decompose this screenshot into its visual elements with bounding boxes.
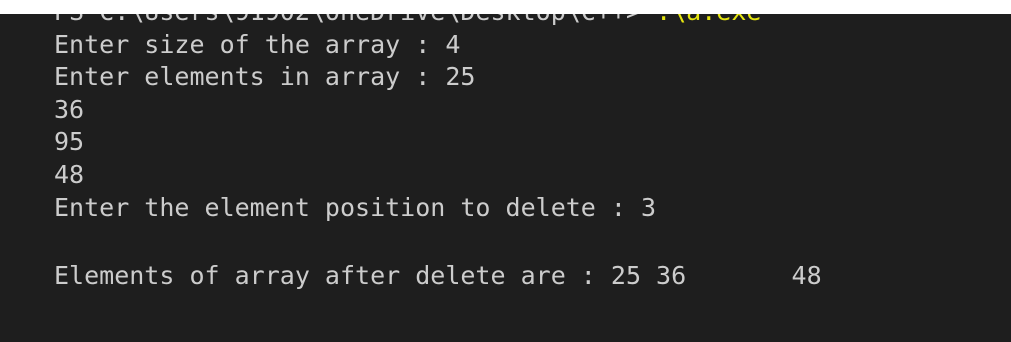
prompt-path: PS C:\Users\91902\OneDrive\Desktop\C++> (54, 14, 656, 26)
output-line-size: Enter size of the array : 4 (54, 29, 461, 59)
output-line-input-4: 48 (54, 159, 85, 189)
terminal-output[interactable]: PS C:\Users\91902\OneDrive\Desktop\C++> … (0, 14, 1011, 342)
command-line: PS C:\Users\91902\OneDrive\Desktop\C++> … (54, 14, 1011, 29)
output-line-result: Elements of array after delete are : 25 … (54, 261, 822, 291)
output-line-blank (54, 224, 1011, 260)
output-line-elements: Enter elements in array : 25 (54, 62, 476, 92)
output-line-input-3: 95 (54, 127, 85, 157)
output-line-position: Enter the element position to delete : 3 (54, 192, 657, 222)
executable-name: .\a.exe (656, 14, 761, 26)
output-line-input-2: 36 (54, 94, 85, 124)
